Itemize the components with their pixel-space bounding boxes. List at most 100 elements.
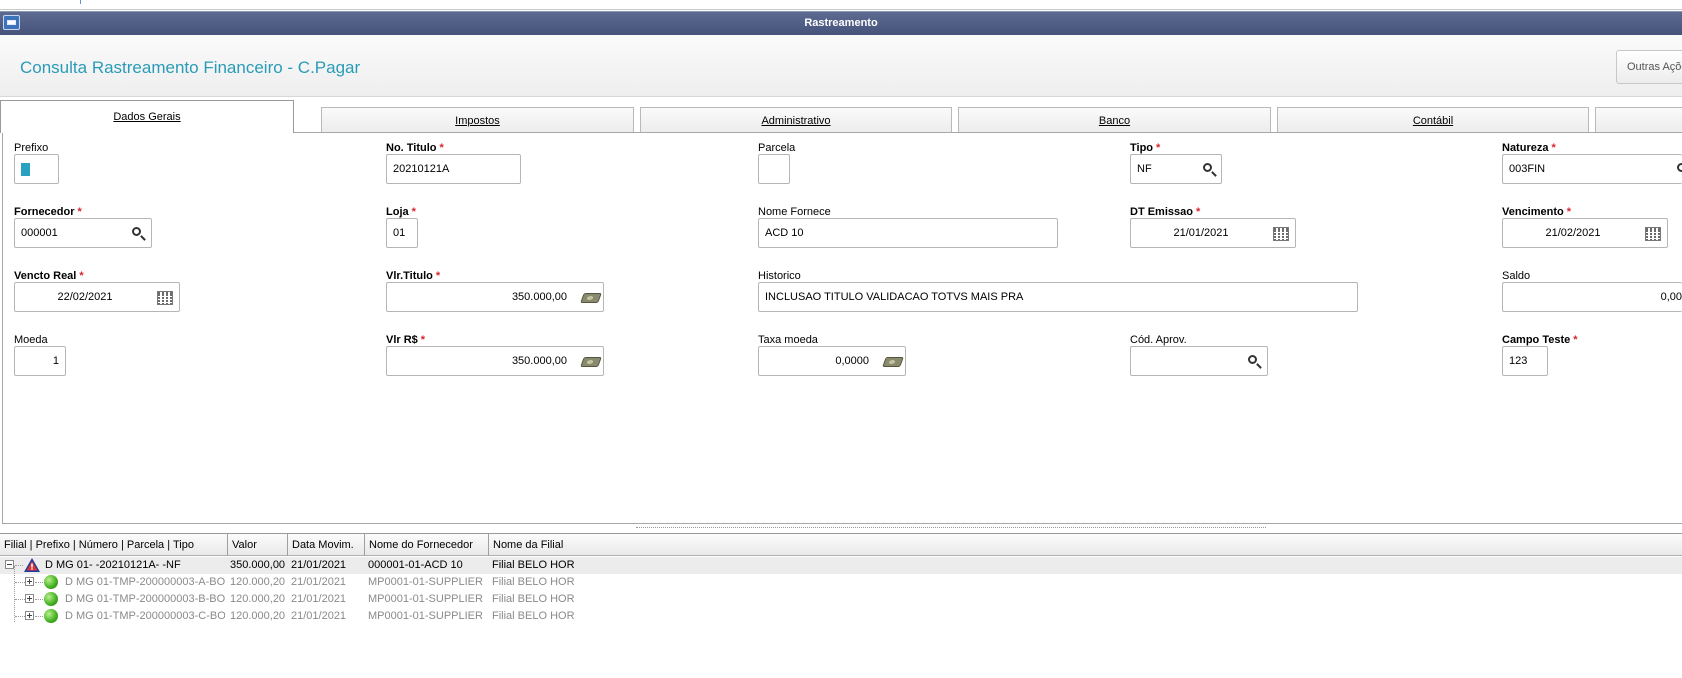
nome-fornece-field[interactable]: ACD 10: [758, 218, 1058, 248]
calendar-icon[interactable]: [1645, 226, 1661, 242]
search-icon[interactable]: [1247, 354, 1263, 370]
row-valor: 120.000,20: [230, 576, 286, 588]
taxa-moeda-field[interactable]: 0,0000: [758, 346, 906, 376]
vencto-real-field[interactable]: 22/02/2021: [14, 282, 180, 312]
natureza-field[interactable]: 003FIN: [1502, 154, 1682, 184]
row-valor: 120.000,20: [230, 610, 286, 622]
row-valor: 350.000,00: [230, 559, 286, 571]
cod-aprov-label: Cód. Aprov.: [1130, 334, 1187, 346]
vlr-titulo-field[interactable]: 350.000,00: [386, 282, 604, 312]
loja-field[interactable]: 01: [386, 218, 418, 248]
fornecedor-field[interactable]: 000001: [14, 218, 152, 248]
saldo-field[interactable]: 0,00: [1502, 282, 1682, 312]
money-icon[interactable]: [882, 354, 904, 370]
tracking-grid: Filial | Prefixo | Número | Parcela | Ti…: [0, 533, 1682, 678]
green-status-icon: [44, 609, 58, 623]
row-fornecedor: 000001-01-ACD 10: [368, 559, 463, 571]
row-key: D MG 01-TMP-200000003-B-BOL: [65, 593, 225, 605]
tipo-field[interactable]: NF: [1130, 154, 1222, 184]
page-title: Consulta Rastreamento Financeiro - C.Pag…: [20, 58, 361, 77]
column-header-data[interactable]: Data Movim.: [288, 534, 365, 556]
nome-fornece-label: Nome Fornece: [758, 206, 831, 218]
tab-administrativo[interactable]: Administrativo: [640, 107, 952, 133]
parcela-label: Parcela: [758, 142, 796, 154]
top-strip-mark: [80, 0, 81, 4]
tipo-label: Tipo *: [1130, 142, 1161, 154]
row-key: D MG 01- -20210121A- -NF: [45, 559, 181, 571]
tab-more[interactable]: [1595, 107, 1682, 133]
prefixo-field[interactable]: [14, 154, 59, 184]
row-fornecedor: MP0001-01-SUPPLIER: [368, 576, 483, 588]
text-cursor: [21, 163, 30, 176]
row-valor: 120.000,20: [230, 593, 286, 605]
row-data: 21/01/2021: [291, 610, 347, 622]
column-header-fornecedor[interactable]: Nome do Fornecedor: [365, 534, 489, 556]
money-icon[interactable]: [580, 290, 602, 306]
table-row[interactable]: D MG 01-TMP-200000003-C-BOL 120.000,20 2…: [0, 608, 1682, 625]
campo-teste-field[interactable]: 123: [1502, 346, 1548, 376]
table-row[interactable]: D MG 01-TMP-200000003-A-BOL 120.000,20 2…: [0, 574, 1682, 591]
column-header-valor[interactable]: Valor: [228, 534, 288, 556]
parcela-field[interactable]: [758, 154, 790, 184]
calendar-icon[interactable]: [1273, 226, 1289, 242]
search-icon[interactable]: [1676, 162, 1682, 178]
no-titulo-label: No. Titulo *: [386, 142, 444, 154]
row-filial: Filial BELO HOR: [492, 576, 575, 588]
row-data: 21/01/2021: [291, 593, 347, 605]
fornecedor-label: Fornecedor *: [14, 206, 82, 218]
other-actions-button[interactable]: Outras Ações: [1616, 50, 1682, 84]
cod-aprov-field[interactable]: [1130, 346, 1268, 376]
taxa-moeda-label: Taxa moeda: [758, 334, 818, 346]
collapse-icon[interactable]: [5, 560, 14, 569]
campo-teste-label: Campo Teste *: [1502, 334, 1578, 346]
expand-icon[interactable]: [25, 611, 34, 620]
saldo-label: Saldo: [1502, 270, 1531, 282]
search-icon[interactable]: [131, 226, 147, 242]
row-key: D MG 01-TMP-200000003-C-BOL: [65, 610, 225, 622]
top-strip: [0, 0, 1682, 10]
tab-bar: Dados Gerais Impostos Administrativo Ban…: [0, 100, 1682, 133]
loja-label: Loja *: [386, 206, 416, 218]
page-header: Consulta Rastreamento Financeiro - C.Pag…: [0, 35, 1682, 97]
expand-icon[interactable]: [25, 594, 34, 603]
vlr-rs-field[interactable]: 350.000,00: [386, 346, 604, 376]
form-panel: [2, 132, 1682, 524]
vlr-titulo-label: Vlr.Titulo *: [386, 270, 441, 282]
dt-emissao-label: DT Emissao *: [1130, 206, 1201, 218]
row-data: 21/01/2021: [291, 576, 347, 588]
natureza-label: Natureza *: [1502, 142, 1556, 154]
column-header-key[interactable]: Filial | Prefixo | Número | Parcela | Ti…: [0, 534, 228, 556]
grid-header: Filial | Prefixo | Número | Parcela | Ti…: [0, 534, 1682, 556]
column-header-filial[interactable]: Nome da Filial: [489, 534, 1682, 556]
tab-banco[interactable]: Banco: [958, 107, 1271, 133]
calendar-icon[interactable]: [157, 290, 173, 306]
row-fornecedor: MP0001-01-SUPPLIER: [368, 610, 483, 622]
window-titlebar: Rastreamento: [0, 11, 1682, 35]
window-title: Rastreamento: [804, 17, 878, 29]
tab-contabil[interactable]: Contábil: [1277, 107, 1589, 133]
green-status-icon: [44, 575, 58, 589]
panel-splitter[interactable]: [636, 527, 1266, 530]
green-status-icon: [44, 592, 58, 606]
moeda-field[interactable]: 1: [14, 346, 66, 376]
money-icon[interactable]: [580, 354, 602, 370]
vlr-rs-label: Vlr R$ *: [386, 334, 426, 346]
vencimento-label: Vencimento *: [1502, 206, 1572, 218]
row-data: 21/01/2021: [291, 559, 347, 571]
historico-field[interactable]: INCLUSAO TITULO VALIDACAO TOTVS MAIS PRA: [758, 282, 1358, 312]
table-row[interactable]: D MG 01-TMP-200000003-B-BOL 120.000,20 2…: [0, 591, 1682, 608]
vencto-real-label: Vencto Real *: [14, 270, 84, 282]
moeda-label: Moeda: [14, 334, 48, 346]
row-filial: Filial BELO HOR: [492, 610, 575, 622]
no-titulo-field[interactable]: 20210121A: [386, 154, 521, 184]
vencimento-field[interactable]: 21/02/2021: [1502, 218, 1668, 248]
tab-dados-gerais[interactable]: Dados Gerais: [0, 100, 294, 133]
tab-impostos[interactable]: Impostos: [321, 107, 634, 133]
search-icon[interactable]: [1202, 162, 1218, 178]
dt-emissao-field[interactable]: 21/01/2021: [1130, 218, 1296, 248]
row-key: D MG 01-TMP-200000003-A-BOL: [65, 576, 225, 588]
row-filial: Filial BELO HOR: [492, 559, 575, 571]
table-row[interactable]: D MG 01- -20210121A- -NF 350.000,00 21/0…: [0, 557, 1682, 574]
historico-label: Historico: [758, 270, 801, 282]
expand-icon[interactable]: [25, 577, 34, 586]
